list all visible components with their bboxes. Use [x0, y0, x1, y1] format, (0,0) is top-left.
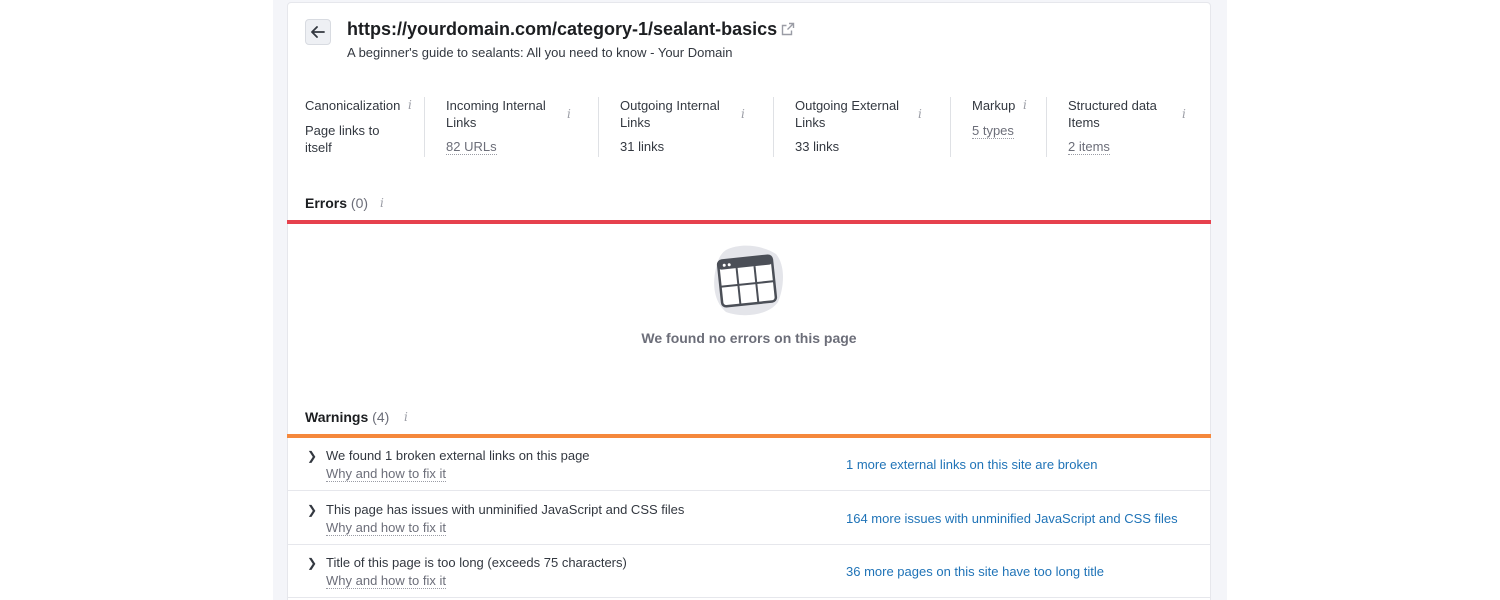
- metric-label-line: Structured data: [1068, 98, 1157, 113]
- warning-row: ❯ This page has issues with unminified J…: [287, 492, 1211, 545]
- page-title-subtitle: A beginner's guide to sealants: All you …: [347, 45, 733, 60]
- metric-label: Incoming Internal Links: [446, 97, 546, 131]
- chevron-right-icon[interactable]: ❯: [307, 503, 317, 517]
- metric-value: 82 URLs: [446, 138, 546, 155]
- errors-count: (0): [350, 195, 369, 211]
- warnings-title: Warnings: [305, 409, 369, 425]
- why-how-fix-link[interactable]: Why and how to fix it: [326, 573, 446, 589]
- page-url-text[interactable]: https://yourdomain.com/category-1/sealan…: [347, 19, 777, 39]
- metric-value: 2 items: [1068, 138, 1157, 155]
- chevron-right-icon[interactable]: ❯: [307, 449, 317, 463]
- more-issues-link[interactable]: 164 more issues with unminified JavaScri…: [846, 511, 1178, 526]
- metric-label-line: Outgoing Internal: [620, 98, 720, 113]
- info-icon[interactable]: i: [408, 98, 412, 112]
- info-icon[interactable]: i: [567, 107, 571, 121]
- arrow-left-icon: [311, 26, 325, 38]
- more-issues-link[interactable]: 1 more external links on this site are b…: [846, 457, 1097, 472]
- warnings-heading: Warnings (4): [305, 409, 389, 425]
- markup-types-link[interactable]: 5 types: [972, 123, 1014, 139]
- warning-row: ❯ We found 1 broken external links on th…: [287, 438, 1211, 491]
- why-how-fix-link[interactable]: Why and how to fix it: [326, 520, 446, 536]
- page-url: https://yourdomain.com/category-1/sealan…: [347, 19, 795, 41]
- metric-canonicalization: Canonicalization Page links to itself: [305, 97, 400, 156]
- metric-label: Outgoing Internal Links: [620, 97, 720, 131]
- divider: [1046, 97, 1047, 157]
- metric-label-line: Items: [1068, 115, 1100, 130]
- errors-bar: [287, 220, 1211, 224]
- metric-value-line: itself: [305, 140, 332, 155]
- metric-label-line: Links: [620, 115, 651, 130]
- metric-value: Page links to itself: [305, 122, 400, 156]
- chevron-right-icon[interactable]: ❯: [307, 556, 317, 570]
- metric-label-line: Outgoing External: [795, 98, 900, 113]
- metric-structured-data-items: Structured data Items 2 items: [1068, 97, 1157, 155]
- more-issues-link[interactable]: 36 more pages on this site have too long…: [846, 564, 1104, 579]
- errors-empty-message: We found no errors on this page: [641, 330, 857, 346]
- metric-markup: Markup 5 types: [972, 97, 1015, 139]
- info-icon[interactable]: i: [380, 196, 384, 210]
- warning-title: We found 1 broken external links on this…: [326, 448, 590, 463]
- metric-incoming-internal-links: Incoming Internal Links 82 URLs: [446, 97, 546, 155]
- metric-label-line: Links: [446, 115, 477, 130]
- back-button[interactable]: [305, 19, 331, 45]
- metric-label-line: Incoming Internal: [446, 98, 546, 113]
- metric-outgoing-external-links: Outgoing External Links 33 links: [795, 97, 899, 155]
- metric-outgoing-internal-links: Outgoing Internal Links 31 links: [620, 97, 720, 155]
- metric-label: Outgoing External Links: [795, 97, 899, 131]
- divider: [773, 97, 774, 157]
- metric-label: Structured data Items: [1068, 97, 1157, 131]
- incoming-links-link[interactable]: 82 URLs: [446, 139, 497, 155]
- metric-label: Markup: [972, 98, 1016, 113]
- empty-table-illustration: [712, 244, 786, 323]
- info-icon[interactable]: i: [741, 107, 745, 121]
- errors-title: Errors: [305, 195, 348, 211]
- warning-row: ❯ Title of this page is too long (exceed…: [287, 545, 1211, 598]
- divider: [424, 97, 425, 157]
- why-how-fix-link[interactable]: Why and how to fix it: [326, 466, 446, 482]
- warning-title: Title of this page is too long (exceeds …: [326, 555, 627, 570]
- info-icon[interactable]: i: [1023, 98, 1027, 112]
- metric-value: 33 links: [795, 139, 840, 154]
- info-icon[interactable]: i: [918, 107, 922, 121]
- errors-heading: Errors (0): [305, 195, 368, 211]
- info-icon[interactable]: i: [1182, 107, 1186, 121]
- warning-title: This page has issues with unminified Jav…: [326, 502, 685, 517]
- divider: [598, 97, 599, 157]
- structured-data-link[interactable]: 2 items: [1068, 139, 1110, 155]
- metric-value-line: Page links to: [305, 123, 380, 138]
- metric-label-line: Links: [795, 115, 826, 130]
- info-icon[interactable]: i: [404, 410, 408, 424]
- warnings-count: (4): [372, 409, 390, 425]
- metric-value: 31 links: [620, 139, 665, 154]
- divider: [950, 97, 951, 157]
- metric-label: Canonicalization: [305, 98, 401, 113]
- metric-value: 5 types: [972, 122, 1015, 139]
- external-link-icon[interactable]: [781, 20, 795, 41]
